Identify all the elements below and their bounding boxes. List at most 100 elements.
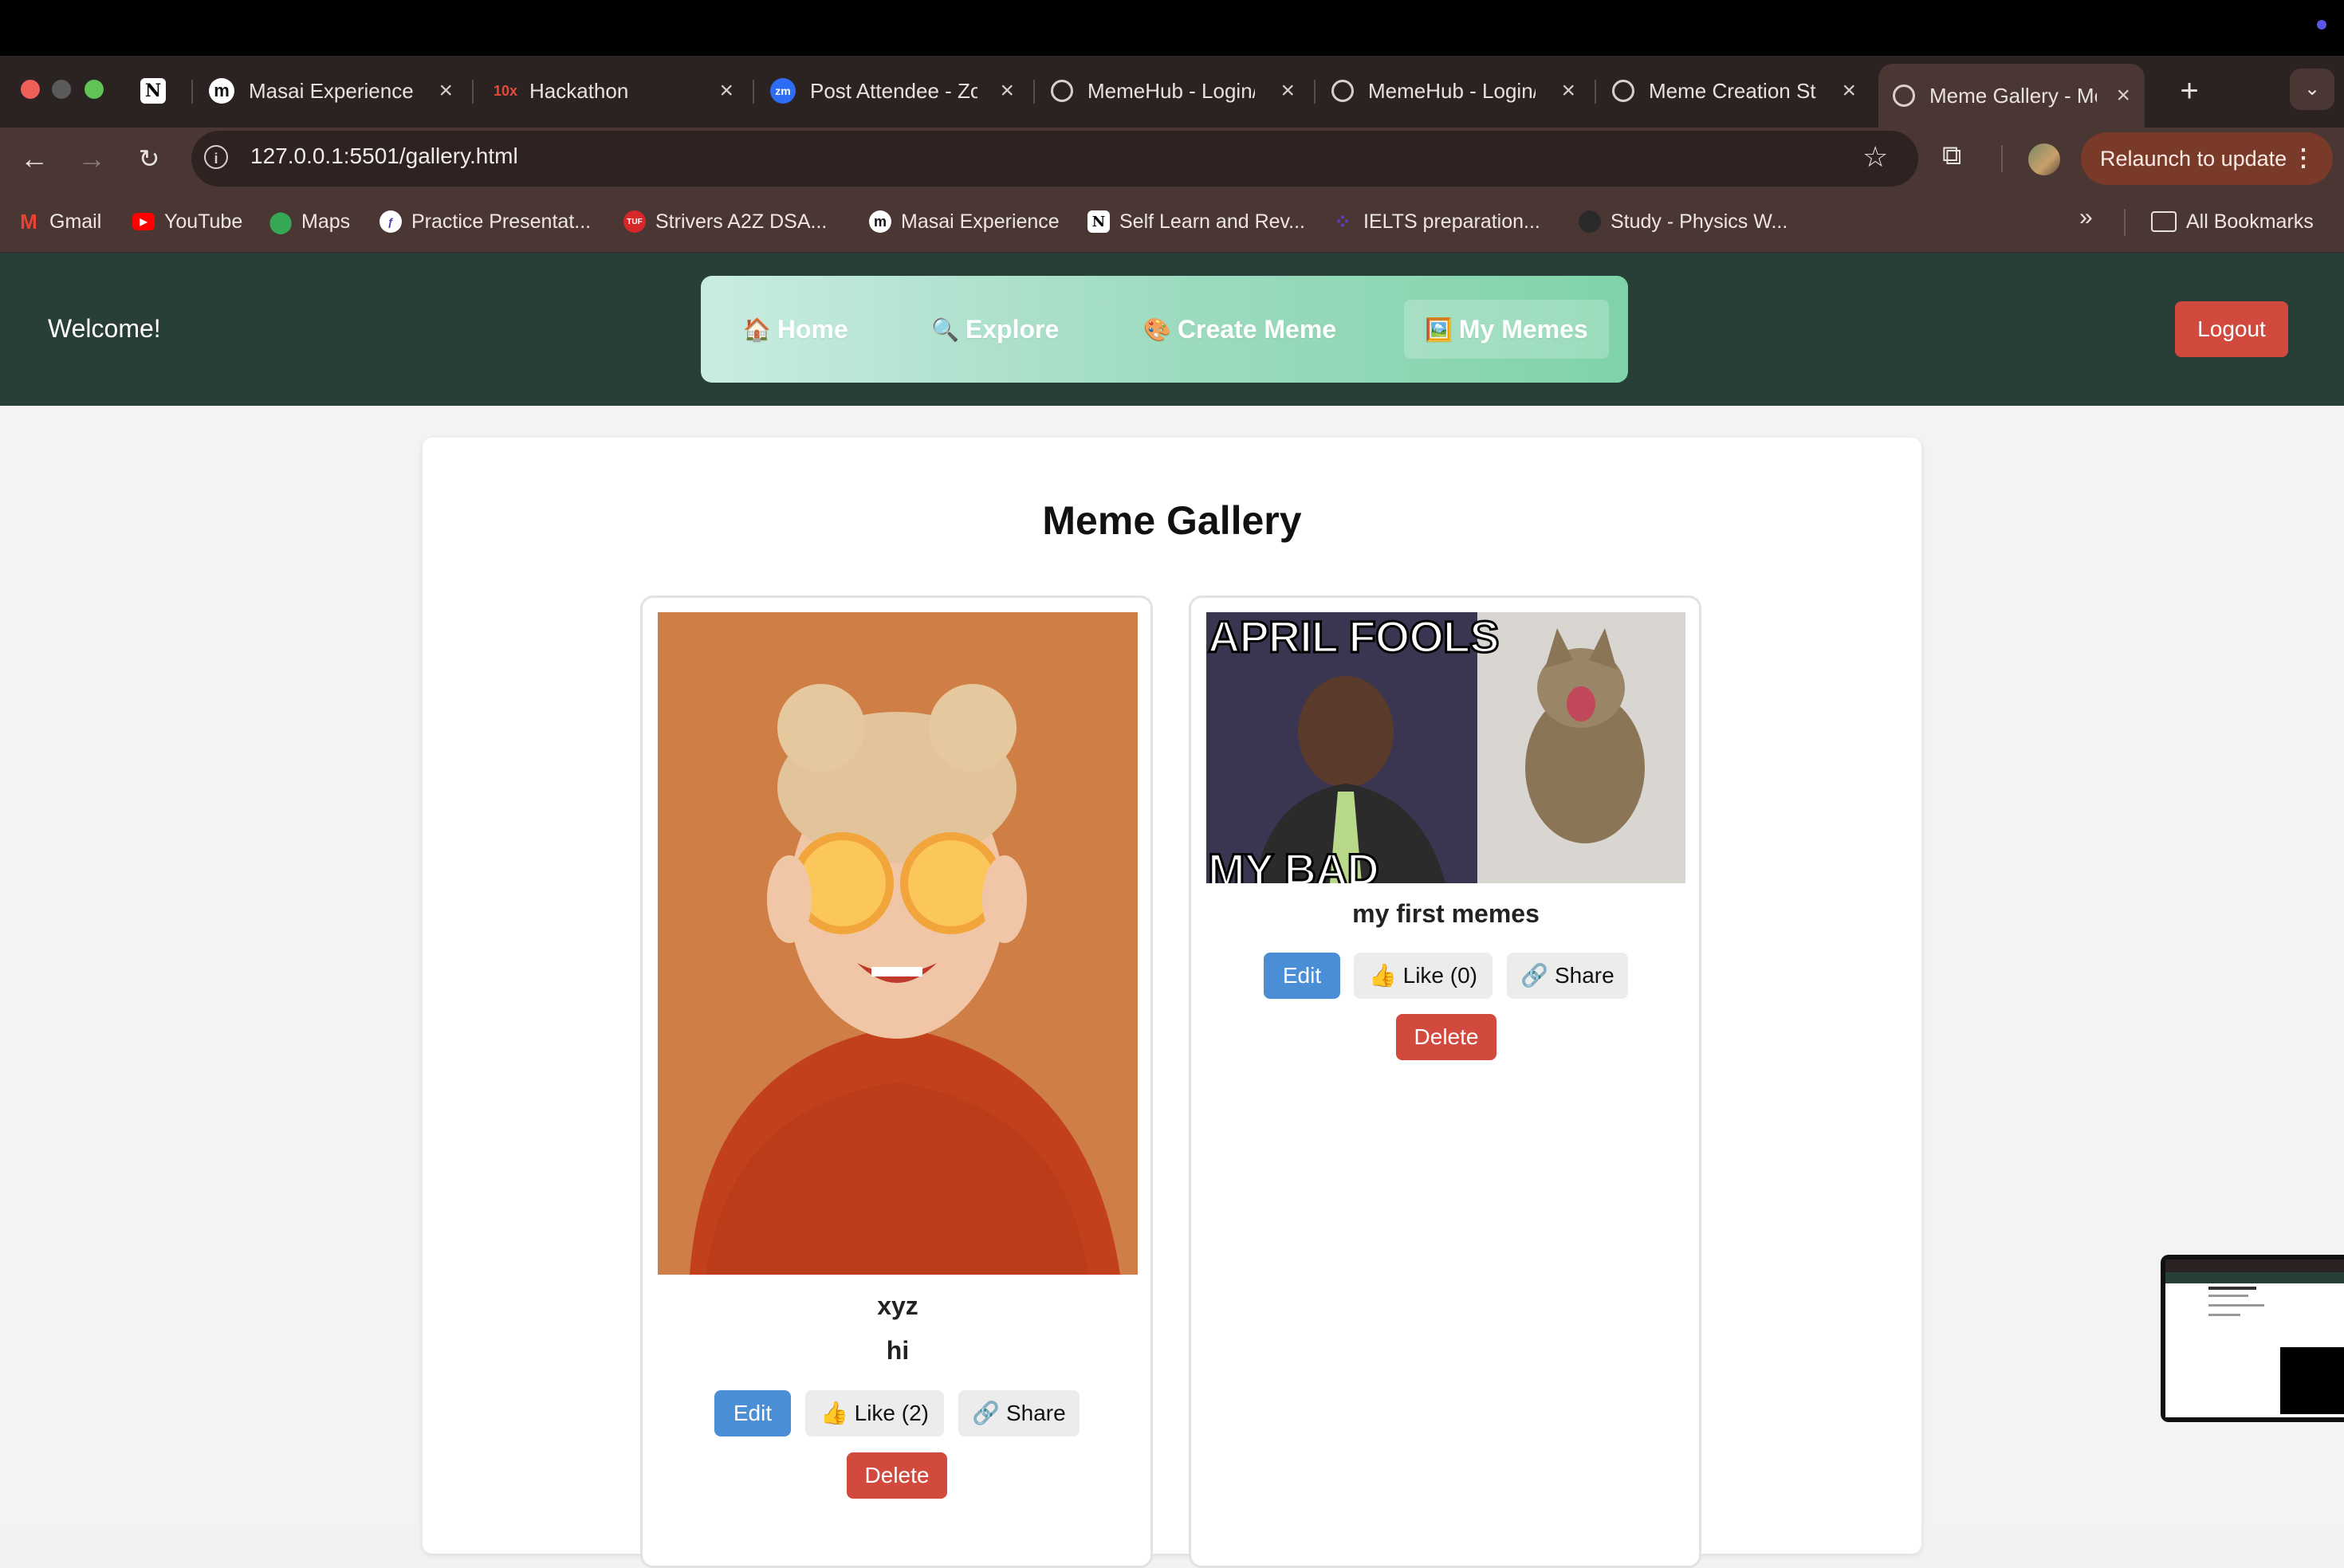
toolbar-separator	[2001, 145, 2003, 172]
tab-memehub-login-2[interactable]: MemeHub - Login/ ×	[1331, 65, 1575, 116]
meme-image[interactable]	[658, 612, 1138, 1275]
bookmarks-separator	[2124, 209, 2126, 236]
delete-button[interactable]: Delete	[1396, 1014, 1496, 1060]
share-button[interactable]: 🔗 Share	[1507, 953, 1628, 999]
bookmark-label: IELTS preparation...	[1363, 210, 1540, 233]
meme-bottom-text: MY BAD	[1207, 843, 1381, 884]
tab-title: Masai Experience	[249, 78, 414, 103]
tab-separator	[753, 80, 754, 104]
like-button[interactable]: 👍 Like (2)	[805, 1390, 944, 1436]
tab-separator	[1314, 80, 1316, 104]
bookmark-label: Gmail	[49, 210, 102, 233]
meme-top-text: APRIL FOOLS	[1206, 612, 1500, 663]
bookmark-label: Masai Experience	[901, 210, 1060, 233]
maximize-window-button[interactable]	[85, 80, 104, 99]
bookmark-youtube[interactable]: ▶ YouTube	[132, 206, 242, 238]
meme-image[interactable]: APRIL FOOLS MY BAD	[1206, 612, 1685, 883]
framed-picture-icon: 🖼️	[1425, 316, 1453, 342]
nav-explore[interactable]: 🔍 Explore	[931, 309, 1059, 349]
close-icon[interactable]: ×	[1561, 77, 1575, 104]
home-icon: 🏠	[743, 316, 771, 342]
close-icon[interactable]: ×	[2116, 82, 2130, 109]
bookmark-label: Practice Presentat...	[411, 210, 592, 233]
more-bookmarks-button[interactable]: »	[2079, 204, 2093, 231]
extensions-icon[interactable]: ⧉	[1942, 140, 1961, 171]
reload-button[interactable]: ↻	[128, 137, 171, 180]
tab-hackathon[interactable]: 10x Hackathon ×	[490, 65, 733, 116]
bookmark-ielts[interactable]: ⁘ IELTS preparation...	[1331, 206, 1540, 238]
meme-image-graphic	[658, 612, 1138, 1275]
tuf-icon: TUF	[623, 210, 646, 233]
tab-pinned-notion[interactable]: N	[140, 65, 172, 116]
bookmark-masai[interactable]: m Masai Experience	[869, 206, 1060, 238]
tab-meme-creation[interactable]: Meme Creation St ×	[1612, 65, 1856, 116]
close-icon[interactable]: ×	[719, 77, 733, 104]
meme-title: my first memes	[1352, 899, 1540, 928]
study-icon	[1579, 210, 1601, 233]
bookmark-label: Self Learn and Rev...	[1119, 210, 1306, 233]
close-icon[interactable]: ×	[1280, 77, 1295, 104]
bookmark-label: Strivers A2Z DSA...	[655, 210, 828, 233]
minimize-window-button[interactable]	[52, 80, 71, 99]
masai-icon: m	[209, 78, 234, 104]
edit-button[interactable]: Edit	[714, 1390, 791, 1436]
relaunch-button[interactable]: Relaunch to update ⋮	[2081, 132, 2333, 185]
nav-label: Home	[777, 314, 848, 344]
bookmark-label: YouTube	[164, 210, 243, 233]
all-bookmarks-button[interactable]: All Bookmarks	[2151, 206, 2314, 238]
palette-icon: 🎨	[1143, 316, 1171, 342]
edit-button[interactable]: Edit	[1264, 953, 1340, 999]
tab-title: Meme Gallery - Me	[1929, 83, 2097, 108]
tab-title: Hackathon	[529, 78, 629, 103]
gmail-icon: M	[20, 209, 37, 234]
close-icon[interactable]: ×	[1000, 77, 1014, 104]
bookmark-star-icon[interactable]: ☆	[1862, 140, 1888, 174]
close-icon[interactable]: ×	[1842, 77, 1856, 104]
tab-post-attendee[interactable]: zm Post Attendee - Zo ×	[770, 65, 1014, 116]
meme-caption: hi	[886, 1336, 910, 1365]
delete-button[interactable]: Delete	[847, 1452, 947, 1499]
nav-my-memes[interactable]: 🖼️ My Memes	[1404, 300, 1609, 359]
close-window-button[interactable]	[21, 80, 40, 99]
ielts-icon: ⁘	[1334, 209, 1351, 234]
nav-label: My Memes	[1458, 314, 1588, 344]
notion-icon: N	[140, 78, 166, 104]
tab-title: Post Attendee - Zo	[810, 78, 977, 103]
tab-title: MemeHub - Login/	[1368, 78, 1536, 103]
back-button[interactable]: ←	[13, 137, 56, 180]
youtube-icon: ▶	[132, 213, 155, 230]
site-info-icon[interactable]: i	[204, 145, 228, 169]
screen-share-thumbnail[interactable]	[2161, 1255, 2344, 1422]
close-icon[interactable]: ×	[439, 77, 453, 104]
nav-create-meme[interactable]: 🎨 Create Meme	[1143, 309, 1336, 349]
tab-meme-gallery[interactable]: Meme Gallery - Me ×	[1878, 64, 2145, 128]
menu-kebab-icon[interactable]: ⋮	[2291, 132, 2315, 185]
url-text[interactable]: 127.0.0.1:5501/gallery.html	[250, 143, 518, 169]
new-tab-button[interactable]: +	[2167, 69, 2212, 113]
profile-avatar[interactable]	[2028, 143, 2060, 175]
meme-title: xyz	[877, 1291, 918, 1320]
bookmark-maps[interactable]: ⬤ Maps	[269, 206, 350, 238]
bookmark-self-learn[interactable]: N Self Learn and Rev...	[1087, 206, 1305, 238]
macos-menu-bar	[0, 0, 2344, 56]
tab-search-button[interactable]: ⌄	[2290, 69, 2334, 110]
nav-home[interactable]: 🏠 Home	[743, 309, 848, 349]
tab-title: Meme Creation St	[1649, 78, 1816, 103]
logout-button[interactable]: Logout	[2175, 301, 2288, 357]
bookmark-study-physics[interactable]: Study - Physics W...	[1579, 206, 1787, 238]
bookmark-strivers[interactable]: TUF Strivers A2Z DSA...	[623, 206, 827, 238]
notion-icon: N	[1087, 210, 1110, 233]
welcome-text: Welcome!	[48, 314, 161, 343]
tab-separator	[1033, 80, 1035, 104]
tab-masai-experience[interactable]: m Masai Experience ×	[209, 65, 453, 116]
share-button[interactable]: 🔗 Share	[958, 1390, 1080, 1436]
bookmark-gmail[interactable]: M Gmail	[18, 206, 101, 238]
bookmark-label: Maps	[301, 210, 351, 233]
nav-label: Explore	[965, 314, 1060, 344]
relaunch-label: Relaunch to update	[2100, 147, 2287, 171]
masai-icon: m	[869, 210, 891, 233]
forward-button[interactable]: →	[70, 137, 113, 180]
bookmark-practice[interactable]: ƒ Practice Presentat...	[380, 206, 591, 238]
tab-memehub-login-1[interactable]: MemeHub - Login/ ×	[1051, 65, 1295, 116]
like-button[interactable]: 👍 Like (0)	[1354, 953, 1493, 999]
